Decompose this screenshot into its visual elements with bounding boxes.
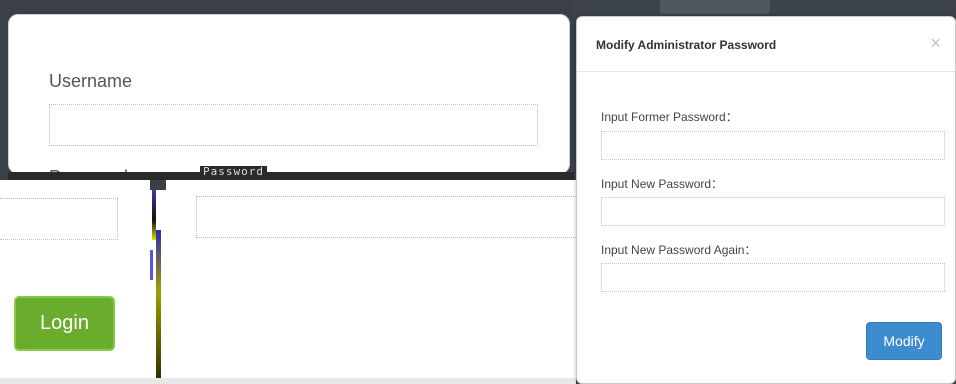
login-button[interactable]: Login [14,296,115,351]
screen: Username Password Password Login Modify … [0,0,956,384]
glitch-bar [156,230,161,384]
username-label: Username [49,71,133,91]
password-input-fragment[interactable] [0,198,118,240]
modify-password-modal: Modify Administrator Password × Input Fo… [576,16,956,384]
new-password-input[interactable] [601,197,945,226]
new-password-label: Input New Password： [601,177,724,191]
new-password-again-input[interactable] [601,263,945,292]
render-glitch-artifact [150,190,166,384]
new-password-again-label: Input New Password Again： [601,243,757,257]
username-input[interactable] [49,104,538,146]
login-card: Username Password [8,14,570,176]
glitch-bar [150,250,153,280]
modal-title: Modify Administrator Password [596,38,777,52]
bottom-strip [0,378,576,384]
render-glitch-band [8,172,574,180]
render-glitch-text: Password [200,166,267,178]
password-input[interactable] [196,196,576,238]
former-password-label: Input Former Password： [601,110,738,124]
modal-header: Modify Administrator Password × [577,17,955,72]
modify-button[interactable]: Modify [866,322,942,360]
background-tab [660,0,770,14]
former-password-input[interactable] [601,131,945,160]
close-icon[interactable]: × [930,33,941,53]
